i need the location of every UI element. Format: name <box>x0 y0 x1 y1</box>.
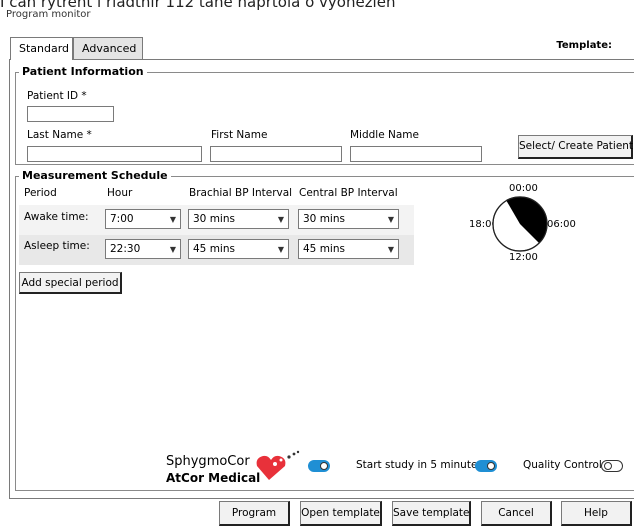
quality-control-label: Quality Control <box>523 459 602 471</box>
chevron-down-icon: ▼ <box>277 245 284 254</box>
awake-time-label: Awake time: <box>24 211 89 223</box>
middle-name-field[interactable] <box>350 146 482 162</box>
col-header-central: Central BP Interval <box>299 187 398 199</box>
toggle-icon <box>320 462 328 470</box>
first-name-field[interactable] <box>210 146 342 162</box>
asleep-central-select[interactable]: 45 mins ▼ <box>298 239 399 259</box>
first-name-label: First Name <box>211 129 268 141</box>
col-header-brachial: Brachial BP Interval <box>189 187 293 199</box>
awake-hour-value: 7:00 <box>110 213 134 225</box>
program-button[interactable]: Program <box>219 501 290 526</box>
awake-central-value: 30 mins <box>303 213 345 225</box>
start-study-label: Start study in 5 minutes <box>356 459 483 471</box>
asleep-brachial-select[interactable]: 45 mins ▼ <box>188 239 289 259</box>
sphygmocor-logo-icon <box>256 450 300 480</box>
chevron-down-icon: ▼ <box>387 245 394 254</box>
clock-label-right: 06:00 <box>547 219 576 230</box>
clock-label-bottom: 12:00 <box>509 252 538 263</box>
awake-brachial-select[interactable]: 30 mins ▼ <box>188 209 289 229</box>
window-title: Program monitor <box>6 9 91 20</box>
asleep-hour-select[interactable]: 22:30 ▼ <box>105 239 181 259</box>
clock-icon <box>492 196 548 252</box>
asleep-hour-value: 22:30 <box>110 243 141 255</box>
chevron-down-icon: ▼ <box>169 245 176 254</box>
cancel-button[interactable]: Cancel <box>481 501 552 526</box>
save-template-button[interactable]: Save template <box>392 501 471 526</box>
tab-advanced[interactable]: Advanced <box>73 37 143 59</box>
help-button[interactable]: Help <box>561 501 632 526</box>
start-study-toggle[interactable] <box>475 460 497 472</box>
col-header-hour: Hour <box>107 187 133 199</box>
last-name-label: Last Name * <box>27 129 92 141</box>
col-header-period: Period <box>24 187 57 199</box>
logo-toggle[interactable] <box>308 460 330 472</box>
middle-name-label: Middle Name <box>350 129 419 141</box>
asleep-time-label: Asleep time: <box>24 240 90 252</box>
toggle-icon <box>487 462 495 470</box>
logo-line2: AtCor Medical <box>166 471 261 485</box>
awake-central-select[interactable]: 30 mins ▼ <box>298 209 399 229</box>
patient-info-title: Patient Information <box>19 65 147 78</box>
add-special-period-button[interactable]: Add special period <box>19 272 122 294</box>
last-name-field[interactable] <box>27 146 202 162</box>
asleep-brachial-value: 45 mins <box>193 243 235 255</box>
quality-control-toggle[interactable] <box>601 460 623 472</box>
awake-hour-select[interactable]: 7:00 ▼ <box>105 209 181 229</box>
chevron-down-icon: ▼ <box>169 215 176 224</box>
logo-line1: SphygmoCor <box>166 454 250 469</box>
asleep-central-value: 45 mins <box>303 243 345 255</box>
open-template-button[interactable]: Open template <box>300 501 382 526</box>
patient-id-label: Patient ID * <box>27 90 87 102</box>
patient-id-field[interactable] <box>27 106 114 122</box>
measurement-schedule-title: Measurement Schedule <box>19 169 171 182</box>
chevron-down-icon: ▼ <box>277 215 284 224</box>
tab-standard[interactable]: Standard <box>10 37 73 60</box>
clock-label-top: 00:00 <box>509 183 538 194</box>
chevron-down-icon: ▼ <box>387 215 394 224</box>
select-create-patient-button[interactable]: Select/ Create Patient <box>518 135 633 159</box>
awake-brachial-value: 30 mins <box>193 213 235 225</box>
toggle-icon <box>604 462 612 470</box>
template-label: Template: <box>556 40 612 51</box>
sphygmocor-logo: SphygmoCor AtCor Medical <box>163 450 303 488</box>
